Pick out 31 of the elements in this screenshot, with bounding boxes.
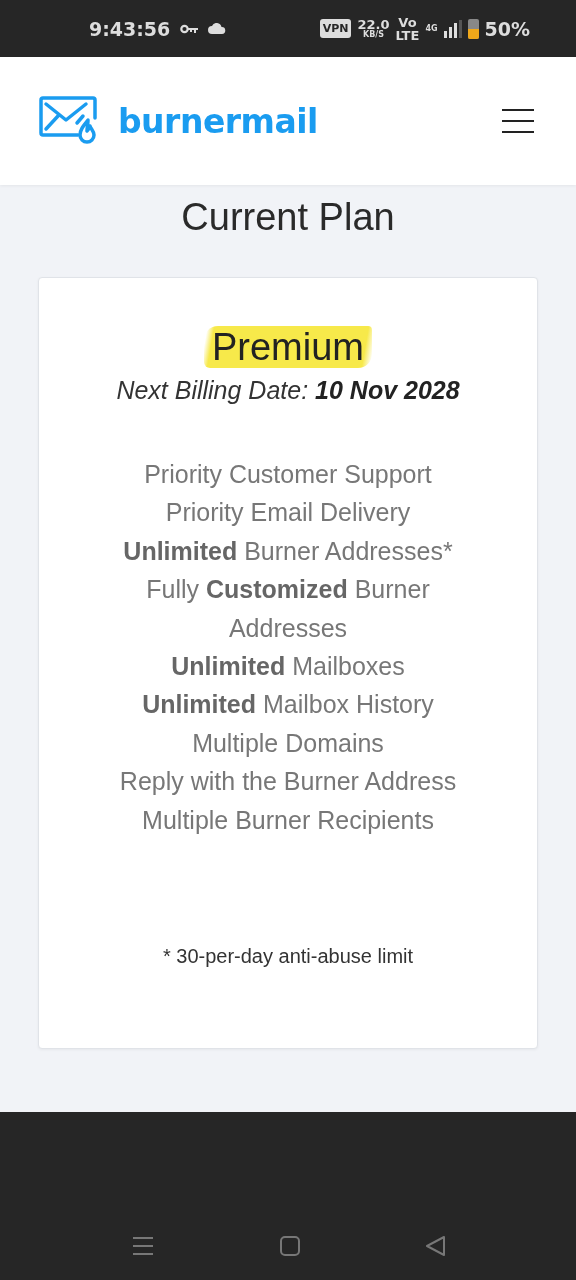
network-type: 4G — [425, 24, 438, 33]
page-title: Current Plan — [180, 195, 396, 240]
plan-name: Premium — [204, 326, 372, 368]
billing-date: Next Billing Date: 10 Nov 2028 — [116, 376, 460, 405]
cloud-icon — [208, 23, 227, 34]
feature-item: Multiple Burner Recipients — [141, 804, 435, 836]
feature-item: Priority Email Delivery — [164, 497, 412, 529]
volte-label: Vo — [398, 15, 417, 29]
clock-time: 9:43:56 — [89, 17, 171, 40]
back-icon[interactable] — [426, 1236, 446, 1256]
feature-item: Unlimited Burner Addresses* — [122, 535, 454, 567]
feature-item: Unlimited Mailboxes — [170, 651, 406, 683]
battery-icon — [467, 18, 479, 39]
feature-item: Multiple Domains — [191, 727, 385, 759]
speed-unit: KB/S — [362, 31, 384, 39]
envelope-flame-icon[interactable] — [38, 96, 98, 146]
network-speed: 22.0 — [357, 18, 390, 31]
battery-percentage: 50% — [484, 17, 530, 40]
lte-label: LTE — [395, 28, 420, 42]
menu-icon[interactable] — [133, 1236, 153, 1256]
key-icon — [180, 23, 199, 34]
signal-icon — [443, 19, 462, 38]
feature-item: Priority Customer Support — [143, 459, 433, 490]
menu-button[interactable] — [502, 109, 534, 133]
feature-item: Fully Customized Burner Addresses — [145, 574, 431, 644]
home-icon[interactable] — [279, 1236, 300, 1256]
footnote: * 30-per-day anti-abuse limit — [162, 945, 414, 968]
feature-item: Reply with the Burner Address — [118, 766, 458, 798]
feature-item: Unlimited Mailbox History — [141, 689, 435, 721]
brand-name: burnermail — [118, 101, 319, 141]
vpn-badge: VPN — [319, 19, 352, 38]
